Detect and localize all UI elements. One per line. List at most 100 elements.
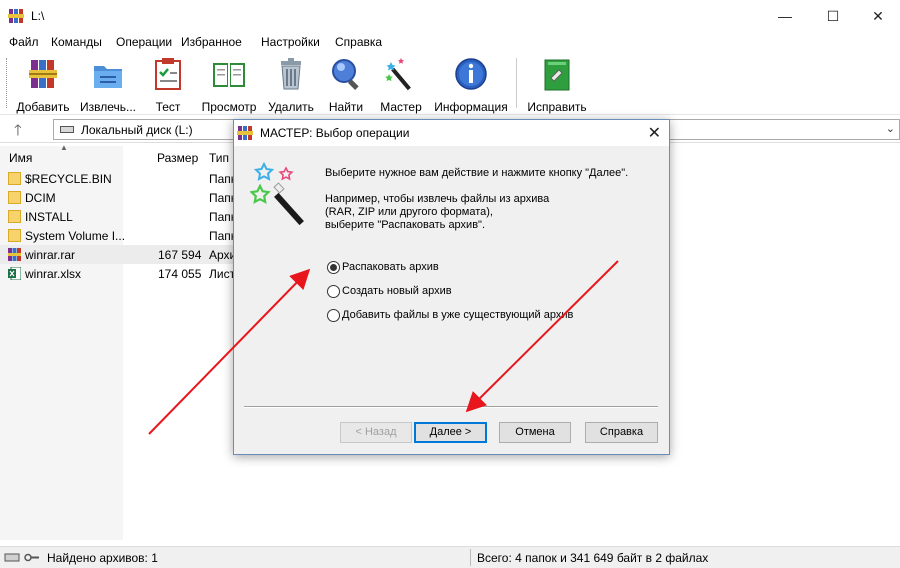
column-header-name[interactable]: Имя	[9, 146, 32, 168]
file-type: Лист	[209, 267, 235, 281]
option-add-existing-radio[interactable]: Добавить файлы в уже существующий архив	[327, 308, 597, 324]
winrar-app-icon	[237, 126, 253, 140]
tool-add-label: Добавить	[16, 100, 70, 114]
tool-view-button[interactable]: Просмотр	[199, 56, 259, 114]
wizard-dialog: МАСТЕР: Выбор операции ✕ Выберите нужное…	[233, 119, 670, 455]
file-name: $RECYCLE.BIN	[25, 172, 112, 186]
tool-view-label: Просмотр	[201, 100, 257, 114]
dialog-close-button[interactable]: ✕	[648, 123, 661, 143]
file-size: 167 594	[158, 248, 202, 262]
menu-file[interactable]: Файл	[9, 35, 39, 49]
file-name: INSTALL	[25, 210, 73, 224]
dialog-title-bar: МАСТЕР: Выбор операции ✕	[234, 120, 669, 146]
tool-find-button[interactable]: Найти	[326, 56, 366, 114]
file-name: DCIM	[25, 191, 56, 205]
back-button[interactable]: < Назад	[340, 422, 412, 443]
dialog-hint-line: (RAR, ZIP или другого формата),	[325, 206, 493, 218]
info-icon	[455, 58, 487, 90]
add-archive-icon	[29, 60, 57, 88]
file-name: winrar.xlsx	[25, 267, 82, 281]
help-button[interactable]: Справка	[585, 422, 658, 443]
close-button[interactable]: ✕	[855, 0, 900, 32]
tool-wizard-label: Мастер	[380, 100, 422, 114]
up-folder-button[interactable]: 🡑	[14, 120, 22, 145]
file-name: winrar.rar	[25, 248, 76, 262]
file-type: Папка	[209, 172, 235, 186]
option-label: Создать новый архив	[342, 285, 452, 297]
toolbar-separator	[516, 58, 517, 108]
next-button[interactable]: Далее >	[414, 422, 487, 443]
file-type: Архив	[209, 248, 235, 262]
file-type: Папка	[209, 191, 235, 205]
option-extract-radio[interactable]: Распаковать архив	[327, 260, 467, 276]
test-icon	[155, 58, 181, 90]
list-item[interactable]: winrar.rar 167 594 Архив	[0, 245, 235, 264]
sort-ascending-icon: ▲	[60, 143, 68, 152]
tool-test-button[interactable]: Тест	[150, 56, 186, 114]
menu-settings[interactable]: Настройки	[261, 35, 320, 49]
tool-delete-button[interactable]: Удалить	[267, 56, 315, 114]
tool-test-label: Тест	[155, 100, 181, 114]
minimize-button[interactable]: —	[762, 0, 808, 32]
search-icon	[332, 59, 359, 90]
menu-favorites[interactable]: Избранное	[181, 35, 242, 49]
status-bar: Найдено архивов: 1 Всего: 4 папок и 341 …	[0, 546, 900, 568]
column-header-type[interactable]: Тип	[209, 146, 229, 168]
title-bar: L:\ — ☐ ✕	[0, 0, 900, 32]
tool-info-button[interactable]: Информация	[433, 56, 509, 114]
list-item[interactable]: DCIM Папка	[0, 188, 235, 207]
status-divider	[470, 549, 471, 566]
trash-icon	[281, 58, 301, 90]
extract-icon	[94, 66, 122, 88]
file-name: System Volume I...	[25, 229, 126, 243]
drive-icon	[60, 126, 74, 133]
folder-icon	[8, 229, 21, 242]
wizard-icon	[385, 58, 411, 91]
tool-extract-label: Извлечь...	[79, 100, 136, 114]
dialog-title: МАСТЕР: Выбор операции	[260, 126, 410, 140]
list-item[interactable]: $RECYCLE.BIN Папка	[0, 169, 235, 188]
tool-extract-button[interactable]: Извлечь...	[79, 56, 137, 114]
dialog-hint-line: выберите "Распаковать архив".	[325, 219, 485, 231]
list-item[interactable]: INSTALL Папка	[0, 207, 235, 226]
option-create-radio[interactable]: Создать новый архив	[327, 284, 477, 300]
option-label: Распаковать архив	[342, 261, 439, 273]
folder-icon	[8, 210, 21, 223]
radio-button[interactable]	[327, 285, 340, 298]
chevron-down-icon[interactable]: ⌄	[886, 122, 895, 135]
dialog-intro-text: Выберите нужное вам действие и нажмите к…	[325, 167, 629, 179]
list-item[interactable]: System Volume I... Папка	[0, 226, 235, 245]
tool-wizard-button[interactable]: Мастер	[378, 56, 424, 114]
file-type: Папка	[209, 210, 235, 224]
status-archives-found: Найдено архивов: 1	[47, 551, 158, 565]
menu-operations[interactable]: Операции	[116, 35, 172, 49]
tool-find-label: Найти	[328, 100, 364, 114]
column-header-size[interactable]: Размер	[157, 146, 198, 168]
menu-bar: Файл Команды Операции Избранное Настройк…	[0, 32, 900, 52]
list-item[interactable]: winrar.xlsx 174 055 Лист	[0, 264, 235, 283]
repair-icon	[544, 59, 570, 91]
tool-info-label: Информация	[434, 100, 508, 114]
drive-key-icon	[4, 553, 39, 562]
magic-wand-icon	[250, 162, 304, 226]
maximize-button[interactable]: ☐	[810, 0, 856, 32]
view-icon	[213, 63, 245, 87]
file-type: Папка	[209, 229, 235, 243]
tool-delete-label: Удалить	[268, 100, 314, 114]
radio-button-checked[interactable]	[327, 261, 340, 274]
status-totals: Всего: 4 папок и 341 649 байт в 2 файлах	[477, 551, 709, 565]
window-title: L:\	[31, 9, 45, 23]
dialog-hint-line: Например, чтобы извлечь файлы из архива	[325, 193, 550, 205]
excel-file-icon	[8, 267, 21, 280]
cancel-button[interactable]: Отмена	[499, 422, 571, 443]
winrar-app-icon	[8, 9, 24, 23]
menu-commands[interactable]: Команды	[51, 35, 102, 49]
tool-repair-label: Исправить	[527, 100, 587, 114]
tool-repair-button[interactable]: Исправить	[527, 56, 587, 114]
option-label: Добавить файлы в уже существующий архив	[342, 309, 574, 321]
menu-help[interactable]: Справка	[335, 35, 382, 49]
toolbar: Добавить Извлечь... Тест Просмотр Удалит…	[0, 52, 900, 115]
radio-button[interactable]	[327, 309, 340, 322]
path-text: Локальный диск (L:)	[81, 123, 193, 137]
tool-add-button[interactable]: Добавить	[16, 56, 70, 114]
